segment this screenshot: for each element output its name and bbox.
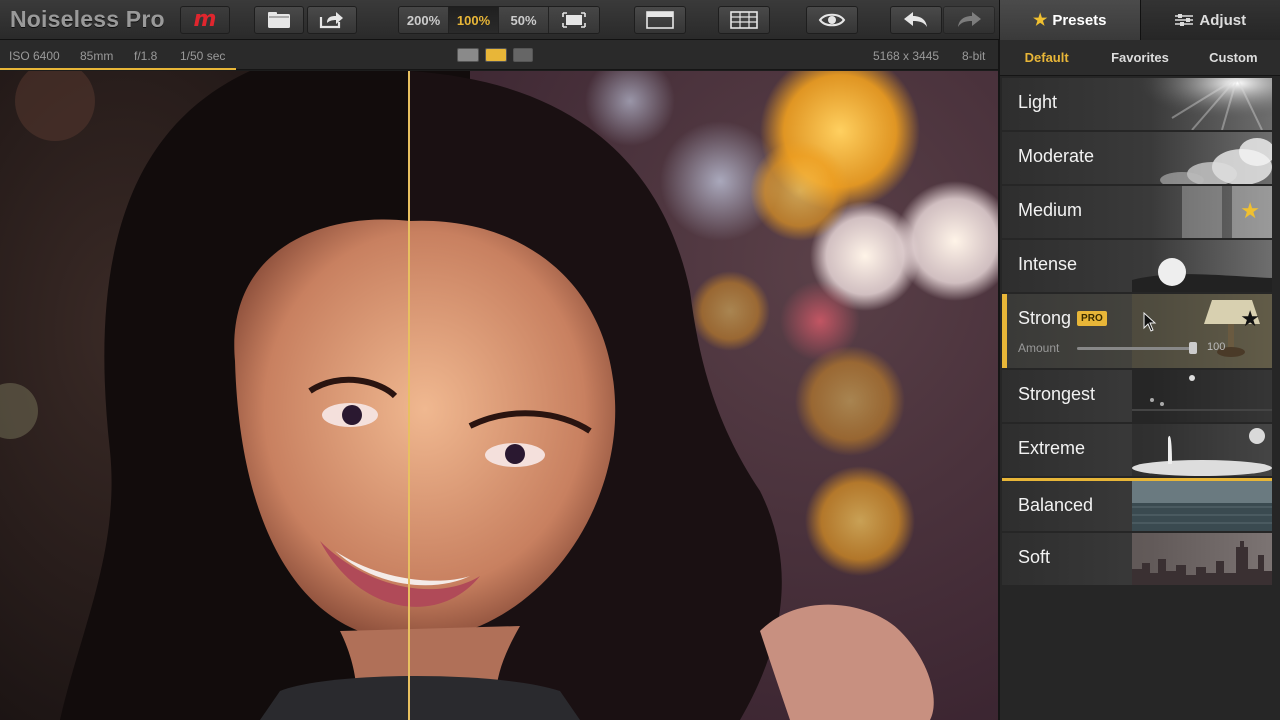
macphun-logo-button[interactable]: m — [180, 6, 230, 34]
aperture: f/1.8 — [134, 49, 158, 63]
undo-button[interactable] — [890, 6, 942, 34]
processing-progress — [0, 68, 236, 70]
view-mode-split[interactable] — [485, 48, 507, 62]
exif-info-bar: ISO 6400 85mm f/1.8 1/50 sec 5168 x 3445… — [0, 40, 998, 70]
preset-name: Light — [1018, 92, 1058, 112]
preset-intense[interactable]: Intense — [1002, 240, 1272, 292]
fit-screen-icon — [562, 12, 586, 28]
before-after-split-handle[interactable] — [408, 71, 410, 720]
preset-strong[interactable]: Strong PRO ★ Amount 100 — [1002, 294, 1272, 368]
tab-adjust[interactable]: Adjust — [1139, 0, 1280, 40]
mouse-cursor-icon — [1143, 312, 1157, 332]
open-file-icon — [268, 12, 290, 28]
shutter-speed: 1/50 sec — [180, 49, 226, 63]
zoom-50-button[interactable]: 50% — [499, 7, 549, 33]
focal-length: 85mm — [80, 49, 114, 63]
zoom-100-button[interactable]: 100% — [449, 7, 499, 33]
preset-name: Strong PRO — [1018, 308, 1107, 329]
zoom-controls: 200% 100% 50% — [398, 6, 600, 34]
preview-button[interactable] — [806, 6, 858, 34]
top-toolbar: Noiseless Pro m 200% 100% 50% ★ Presets … — [0, 0, 1280, 40]
open-file-button[interactable] — [254, 6, 304, 34]
view-mode-toggle — [457, 48, 533, 62]
single-view-button[interactable] — [634, 6, 686, 34]
share-button[interactable] — [307, 6, 357, 34]
portrait-photo — [0, 71, 998, 720]
subtab-custom[interactable]: Custom — [1187, 40, 1280, 76]
split-view-button[interactable] — [718, 6, 770, 34]
view-mode-side-by-side[interactable] — [513, 48, 533, 62]
preset-soft[interactable]: Soft — [1002, 533, 1272, 585]
tab-presets-label: Presets — [1052, 11, 1107, 29]
preset-light-thumbnail — [1132, 78, 1272, 130]
preset-moderate-thumbnail — [1160, 138, 1272, 184]
amount-value: 100 — [1207, 341, 1226, 353]
preset-subtabs: Default Favorites Custom — [1000, 40, 1280, 76]
bit-depth: 8-bit — [962, 49, 986, 63]
view-mode-single[interactable] — [457, 48, 479, 62]
preset-medium[interactable]: Medium ★ — [1002, 186, 1272, 238]
preset-name: Extreme — [1018, 438, 1086, 458]
undo-icon — [904, 12, 927, 27]
preset-name: Strongest — [1018, 384, 1096, 404]
preset-name: Soft — [1018, 547, 1051, 567]
image-canvas[interactable] — [0, 71, 998, 720]
redo-icon — [958, 12, 981, 27]
pro-badge: PRO — [1077, 311, 1107, 326]
preset-name: Medium — [1018, 200, 1083, 220]
tab-adjust-label: Adjust — [1199, 11, 1247, 29]
preset-moderate[interactable]: Moderate — [1002, 132, 1272, 184]
preset-light[interactable]: Light — [1002, 78, 1272, 130]
preset-soft-thumbnail — [1132, 533, 1272, 585]
amount-slider-handle[interactable] — [1189, 342, 1197, 354]
app-title: Noiseless Pro — [10, 6, 165, 32]
amount-slider-track[interactable] — [1077, 347, 1193, 350]
sliders-icon — [1175, 14, 1194, 26]
mode-tabs: ★ Presets Adjust — [999, 0, 1280, 40]
preset-extreme-thumbnail — [1132, 424, 1272, 476]
tab-presets[interactable]: ★ Presets — [1000, 0, 1140, 40]
preset-name: Balanced — [1018, 495, 1094, 515]
presets-panel: Default Favorites Custom Light Moderate — [998, 40, 1280, 720]
preset-intense-thumbnail — [1132, 258, 1272, 292]
preset-list: Light Moderate Medium ★ Intense Strong P… — [1002, 78, 1272, 587]
subtab-favorites[interactable]: Favorites — [1093, 40, 1186, 76]
redo-button[interactable] — [943, 6, 995, 34]
preset-strongest[interactable]: Strongest — [1002, 370, 1272, 422]
macphun-logo-icon: m — [193, 7, 217, 32]
preset-name: Moderate — [1018, 146, 1095, 166]
preset-name: Intense — [1018, 254, 1078, 274]
fit-screen-button[interactable] — [549, 7, 599, 33]
subtab-default[interactable]: Default — [1000, 40, 1093, 76]
preset-strongest-thumbnail — [1132, 370, 1272, 422]
star-icon: ★ — [1032, 12, 1048, 29]
amount-label: Amount — [1018, 341, 1060, 355]
preset-balanced-thumbnail — [1132, 481, 1272, 531]
preview-eye-icon — [818, 13, 846, 27]
share-icon — [319, 12, 343, 29]
single-view-icon — [646, 11, 674, 29]
favorite-star-icon[interactable]: ★ — [1240, 200, 1260, 222]
preset-extreme[interactable]: Extreme — [1002, 424, 1272, 476]
iso-value: ISO 6400 — [9, 49, 60, 63]
split-view-icon — [730, 11, 758, 29]
preset-balanced[interactable]: Balanced — [1002, 478, 1272, 531]
amount-slider-fill — [1077, 347, 1193, 350]
image-dimensions: 5168 x 3445 — [873, 49, 940, 63]
zoom-200-button[interactable]: 200% — [399, 7, 449, 33]
favorite-star-icon[interactable]: ★ — [1240, 308, 1260, 330]
